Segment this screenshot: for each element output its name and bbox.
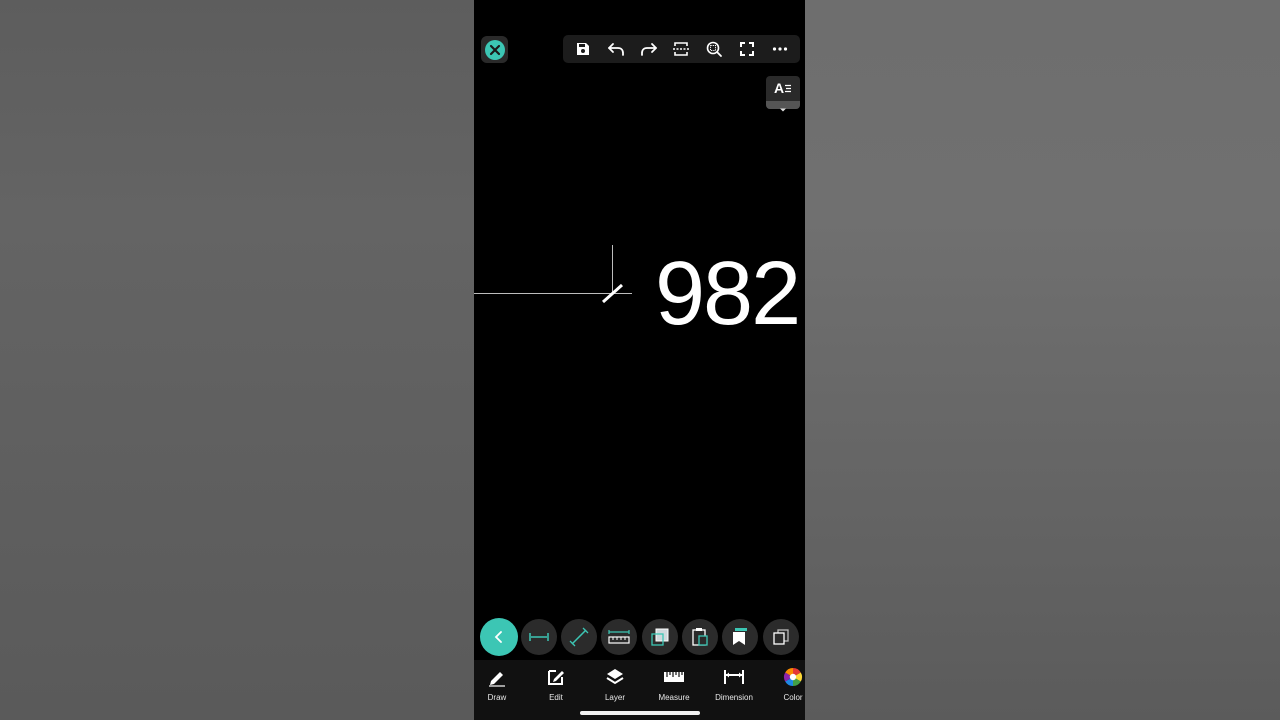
nav-item-measure[interactable]: Measure xyxy=(645,666,703,702)
linear-dimension-button[interactable] xyxy=(521,619,557,655)
top-toolbar xyxy=(563,35,800,63)
back-chevron-icon xyxy=(494,631,502,643)
canvas-text[interactable]: 982 xyxy=(655,244,801,344)
pencil-icon xyxy=(489,672,505,687)
nav-item-label: Draw xyxy=(487,693,507,702)
ruler-icon xyxy=(608,630,630,644)
color-wheel-icon xyxy=(783,668,803,686)
home-indicator[interactable] xyxy=(580,711,700,715)
aligned-dimension-button[interactable] xyxy=(561,619,597,655)
text-align-icon xyxy=(785,84,792,93)
nav-item-label: Edit xyxy=(549,693,563,702)
background-left xyxy=(0,0,474,720)
nav-item-layer[interactable]: Layer xyxy=(586,666,644,702)
nav-item-dimension[interactable]: Dimension xyxy=(705,666,763,702)
redo-button[interactable] xyxy=(636,36,662,62)
clipboard-button[interactable] xyxy=(682,619,718,655)
close-icon xyxy=(484,39,505,60)
ellipsis-icon xyxy=(772,47,787,51)
undo-arrow-icon xyxy=(608,43,624,56)
tool-row xyxy=(474,617,805,657)
more-button[interactable] xyxy=(767,36,793,62)
clipboard-icon xyxy=(692,628,708,646)
fullscreen-corners-icon xyxy=(739,42,754,56)
back-button[interactable] xyxy=(480,618,518,656)
edit-square-icon xyxy=(548,670,564,685)
layers-icon xyxy=(606,669,624,685)
ruler-icon xyxy=(664,672,684,682)
copy-icon xyxy=(773,629,789,645)
linear-dimension-icon xyxy=(529,633,549,641)
nav-item-label: Dimension xyxy=(715,693,753,702)
bookmark-stack-icon xyxy=(733,628,747,645)
image-swap-icon xyxy=(651,628,669,646)
nav-item-color[interactable]: Color xyxy=(764,666,805,702)
text-style-label: A xyxy=(766,80,800,96)
ruler-tool-button[interactable] xyxy=(601,619,637,655)
zoom-magnifier-icon xyxy=(706,41,723,57)
nav-item-edit[interactable]: Edit xyxy=(527,666,585,702)
nav-item-draw[interactable]: Draw xyxy=(474,666,526,702)
fullscreen-button[interactable] xyxy=(734,36,760,62)
undo-button[interactable] xyxy=(603,36,629,62)
drawing-canvas[interactable]: 982 xyxy=(474,0,805,620)
background-right xyxy=(805,0,1280,720)
text-style-button[interactable]: A xyxy=(766,76,800,112)
floppy-disk-icon xyxy=(577,43,590,55)
redo-arrow-icon xyxy=(640,43,657,56)
text-style-dropdown[interactable] xyxy=(766,101,800,112)
close-button[interactable] xyxy=(481,36,508,63)
zoom-button[interactable] xyxy=(701,36,727,62)
split-view-button[interactable] xyxy=(668,36,694,62)
nav-item-label: Layer xyxy=(604,693,625,702)
nav-item-label: Measure xyxy=(658,693,690,702)
save-button[interactable] xyxy=(570,36,596,62)
bookmark-stack-button[interactable] xyxy=(722,619,758,655)
dimension-icon xyxy=(724,670,744,684)
copy-button[interactable] xyxy=(763,619,799,655)
app-screen: 982 A Draw Edit Layer Measure Dimension … xyxy=(474,0,805,720)
image-swap-button[interactable] xyxy=(642,619,678,655)
nav-item-label: Color xyxy=(783,693,803,702)
chevron-down-icon xyxy=(780,108,786,112)
aligned-dimension-icon xyxy=(569,627,589,647)
split-frame-icon xyxy=(673,42,690,56)
